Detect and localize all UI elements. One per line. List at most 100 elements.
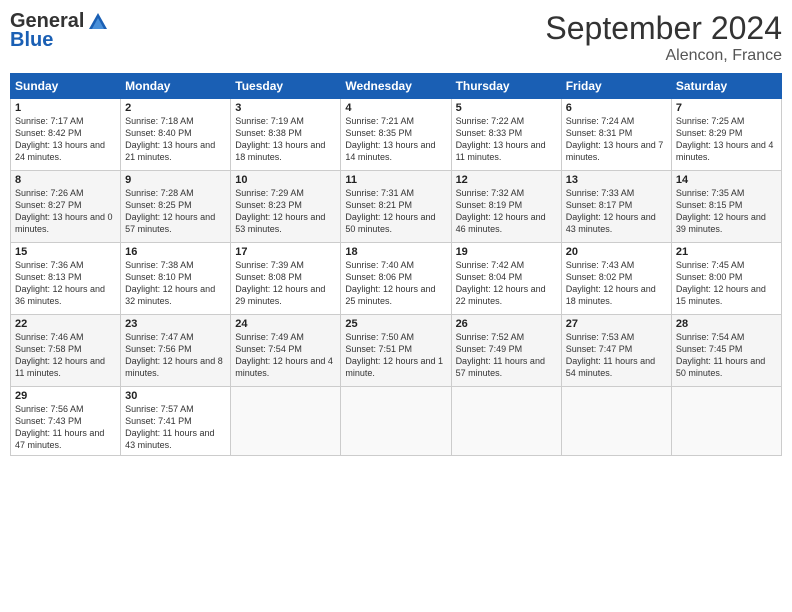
cell-info: Sunrise: 7:24 AMSunset: 8:31 PMDaylight:… — [566, 115, 667, 164]
cell-info: Sunrise: 7:33 AMSunset: 8:17 PMDaylight:… — [566, 187, 667, 236]
location: Alencon, France — [545, 47, 782, 65]
calendar-cell: 20Sunrise: 7:43 AMSunset: 8:02 PMDayligh… — [561, 243, 671, 315]
calendar-cell — [561, 387, 671, 456]
day-number: 19 — [456, 246, 557, 258]
calendar-cell: 3Sunrise: 7:19 AMSunset: 8:38 PMDaylight… — [231, 99, 341, 171]
calendar-row: 1Sunrise: 7:17 AMSunset: 8:42 PMDaylight… — [11, 99, 782, 171]
header: General Blue September 2024 Alencon, Fra… — [10, 10, 782, 65]
cell-info: Sunrise: 7:35 AMSunset: 8:15 PMDaylight:… — [676, 187, 777, 236]
day-number: 27 — [566, 318, 667, 330]
calendar-cell: 26Sunrise: 7:52 AMSunset: 7:49 PMDayligh… — [451, 315, 561, 387]
cell-info: Sunrise: 7:26 AMSunset: 8:27 PMDaylight:… — [15, 187, 116, 236]
day-number: 22 — [15, 318, 116, 330]
day-number: 23 — [125, 318, 226, 330]
day-number: 16 — [125, 246, 226, 258]
day-number: 4 — [345, 102, 446, 114]
calendar-cell: 17Sunrise: 7:39 AMSunset: 8:08 PMDayligh… — [231, 243, 341, 315]
calendar-cell: 2Sunrise: 7:18 AMSunset: 8:40 PMDaylight… — [121, 99, 231, 171]
calendar-cell: 30Sunrise: 7:57 AMSunset: 7:41 PMDayligh… — [121, 387, 231, 456]
calendar-cell: 27Sunrise: 7:53 AMSunset: 7:47 PMDayligh… — [561, 315, 671, 387]
calendar-row: 15Sunrise: 7:36 AMSunset: 8:13 PMDayligh… — [11, 243, 782, 315]
day-number: 28 — [676, 318, 777, 330]
col-monday: Monday — [121, 74, 231, 99]
calendar-cell — [341, 387, 451, 456]
calendar-cell: 7Sunrise: 7:25 AMSunset: 8:29 PMDaylight… — [671, 99, 781, 171]
calendar-cell: 15Sunrise: 7:36 AMSunset: 8:13 PMDayligh… — [11, 243, 121, 315]
col-sunday: Sunday — [11, 74, 121, 99]
day-number: 26 — [456, 318, 557, 330]
cell-info: Sunrise: 7:56 AMSunset: 7:43 PMDaylight:… — [15, 403, 116, 452]
calendar-cell: 21Sunrise: 7:45 AMSunset: 8:00 PMDayligh… — [671, 243, 781, 315]
cell-info: Sunrise: 7:49 AMSunset: 7:54 PMDaylight:… — [235, 331, 336, 380]
cell-info: Sunrise: 7:21 AMSunset: 8:35 PMDaylight:… — [345, 115, 446, 164]
day-number: 21 — [676, 246, 777, 258]
cell-info: Sunrise: 7:42 AMSunset: 8:04 PMDaylight:… — [456, 259, 557, 308]
cell-info: Sunrise: 7:40 AMSunset: 8:06 PMDaylight:… — [345, 259, 446, 308]
day-number: 5 — [456, 102, 557, 114]
day-number: 30 — [125, 390, 226, 402]
calendar-cell: 10Sunrise: 7:29 AMSunset: 8:23 PMDayligh… — [231, 171, 341, 243]
cell-info: Sunrise: 7:53 AMSunset: 7:47 PMDaylight:… — [566, 331, 667, 380]
logo-blue: Blue — [10, 29, 53, 52]
day-number: 24 — [235, 318, 336, 330]
header-row: Sunday Monday Tuesday Wednesday Thursday… — [11, 74, 782, 99]
cell-info: Sunrise: 7:52 AMSunset: 7:49 PMDaylight:… — [456, 331, 557, 380]
calendar-cell: 23Sunrise: 7:47 AMSunset: 7:56 PMDayligh… — [121, 315, 231, 387]
calendar-cell: 19Sunrise: 7:42 AMSunset: 8:04 PMDayligh… — [451, 243, 561, 315]
calendar-cell: 9Sunrise: 7:28 AMSunset: 8:25 PMDaylight… — [121, 171, 231, 243]
calendar-cell: 5Sunrise: 7:22 AMSunset: 8:33 PMDaylight… — [451, 99, 561, 171]
cell-info: Sunrise: 7:17 AMSunset: 8:42 PMDaylight:… — [15, 115, 116, 164]
cell-info: Sunrise: 7:39 AMSunset: 8:08 PMDaylight:… — [235, 259, 336, 308]
day-number: 6 — [566, 102, 667, 114]
cell-info: Sunrise: 7:38 AMSunset: 8:10 PMDaylight:… — [125, 259, 226, 308]
day-number: 11 — [345, 174, 446, 186]
calendar-cell: 1Sunrise: 7:17 AMSunset: 8:42 PMDaylight… — [11, 99, 121, 171]
calendar-cell — [231, 387, 341, 456]
day-number: 14 — [676, 174, 777, 186]
day-number: 10 — [235, 174, 336, 186]
day-number: 17 — [235, 246, 336, 258]
cell-info: Sunrise: 7:22 AMSunset: 8:33 PMDaylight:… — [456, 115, 557, 164]
cell-info: Sunrise: 7:28 AMSunset: 8:25 PMDaylight:… — [125, 187, 226, 236]
col-tuesday: Tuesday — [231, 74, 341, 99]
day-number: 18 — [345, 246, 446, 258]
cell-info: Sunrise: 7:31 AMSunset: 8:21 PMDaylight:… — [345, 187, 446, 236]
day-number: 25 — [345, 318, 446, 330]
day-number: 20 — [566, 246, 667, 258]
calendar-cell: 4Sunrise: 7:21 AMSunset: 8:35 PMDaylight… — [341, 99, 451, 171]
day-number: 7 — [676, 102, 777, 114]
calendar-cell: 6Sunrise: 7:24 AMSunset: 8:31 PMDaylight… — [561, 99, 671, 171]
col-friday: Friday — [561, 74, 671, 99]
day-number: 15 — [15, 246, 116, 258]
cell-info: Sunrise: 7:19 AMSunset: 8:38 PMDaylight:… — [235, 115, 336, 164]
calendar-cell: 29Sunrise: 7:56 AMSunset: 7:43 PMDayligh… — [11, 387, 121, 456]
day-number: 2 — [125, 102, 226, 114]
logo: General Blue — [10, 10, 110, 52]
calendar-cell: 22Sunrise: 7:46 AMSunset: 7:58 PMDayligh… — [11, 315, 121, 387]
calendar-cell: 13Sunrise: 7:33 AMSunset: 8:17 PMDayligh… — [561, 171, 671, 243]
calendar-cell: 16Sunrise: 7:38 AMSunset: 8:10 PMDayligh… — [121, 243, 231, 315]
calendar-cell: 8Sunrise: 7:26 AMSunset: 8:27 PMDaylight… — [11, 171, 121, 243]
day-number: 9 — [125, 174, 226, 186]
day-number: 8 — [15, 174, 116, 186]
calendar-row: 22Sunrise: 7:46 AMSunset: 7:58 PMDayligh… — [11, 315, 782, 387]
month-year: September 2024 — [545, 10, 782, 47]
calendar-page: General Blue September 2024 Alencon, Fra… — [0, 0, 792, 612]
calendar-cell: 11Sunrise: 7:31 AMSunset: 8:21 PMDayligh… — [341, 171, 451, 243]
calendar-row: 29Sunrise: 7:56 AMSunset: 7:43 PMDayligh… — [11, 387, 782, 456]
cell-info: Sunrise: 7:45 AMSunset: 8:00 PMDaylight:… — [676, 259, 777, 308]
col-wednesday: Wednesday — [341, 74, 451, 99]
logo-icon — [87, 11, 109, 33]
cell-info: Sunrise: 7:50 AMSunset: 7:51 PMDaylight:… — [345, 331, 446, 380]
calendar-table: Sunday Monday Tuesday Wednesday Thursday… — [10, 73, 782, 456]
calendar-cell: 18Sunrise: 7:40 AMSunset: 8:06 PMDayligh… — [341, 243, 451, 315]
calendar-cell — [671, 387, 781, 456]
cell-info: Sunrise: 7:32 AMSunset: 8:19 PMDaylight:… — [456, 187, 557, 236]
col-thursday: Thursday — [451, 74, 561, 99]
calendar-cell: 14Sunrise: 7:35 AMSunset: 8:15 PMDayligh… — [671, 171, 781, 243]
calendar-cell: 12Sunrise: 7:32 AMSunset: 8:19 PMDayligh… — [451, 171, 561, 243]
day-number: 12 — [456, 174, 557, 186]
cell-info: Sunrise: 7:36 AMSunset: 8:13 PMDaylight:… — [15, 259, 116, 308]
cell-info: Sunrise: 7:43 AMSunset: 8:02 PMDaylight:… — [566, 259, 667, 308]
calendar-cell — [451, 387, 561, 456]
